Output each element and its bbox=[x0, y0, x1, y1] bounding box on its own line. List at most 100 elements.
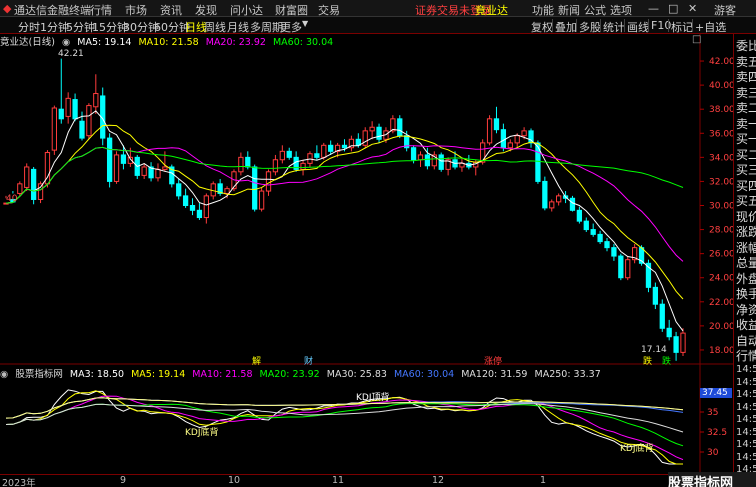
menu-shichang[interactable]: 市场 bbox=[125, 2, 147, 18]
price-tick-label: 36.00 bbox=[709, 129, 733, 139]
tool-add-favorite[interactable]: +自选 bbox=[695, 19, 726, 35]
candle-body-down bbox=[120, 154, 127, 164]
menu-gongshi[interactable]: 公式 bbox=[584, 2, 606, 18]
candle-body-down bbox=[618, 255, 624, 279]
indicator-settings-icon[interactable]: ◉ bbox=[0, 369, 8, 380]
main-info-bar: 竟业达(日线) ◉ MA5: 19.14 MA10: 21.58 MA20: 2… bbox=[0, 34, 700, 48]
price-tick-label: 24.00 bbox=[709, 274, 733, 284]
quote-panel-label: 卖一 bbox=[736, 116, 756, 131]
close-panel-icon[interactable]: □ bbox=[692, 34, 701, 45]
candle-body-up bbox=[265, 171, 272, 192]
price-tick-label: 42.00 bbox=[709, 57, 733, 67]
chevron-down-icon[interactable]: ▼ bbox=[302, 19, 308, 28]
tab-weekly[interactable]: 周线 bbox=[204, 19, 226, 35]
tool-duogu[interactable]: 多股 bbox=[579, 19, 601, 35]
candles bbox=[3, 58, 686, 361]
candle-body-down bbox=[652, 286, 659, 305]
date-label: 12 bbox=[432, 475, 445, 486]
tool-fuquan[interactable]: 复权 bbox=[531, 19, 553, 35]
tab-multi-period[interactable]: 多周期 bbox=[250, 19, 283, 35]
tool-biaoji[interactable]: 标记 bbox=[671, 19, 693, 35]
user-label[interactable]: 游客 bbox=[714, 2, 736, 18]
menu-jiaoyi[interactable]: 交易 bbox=[318, 2, 340, 18]
indicator-ma120-line bbox=[5, 397, 684, 419]
candle-body-down bbox=[106, 137, 113, 182]
candle-body-down bbox=[410, 147, 417, 161]
maximize-icon[interactable]: □ bbox=[668, 2, 678, 15]
candle-body-down bbox=[397, 118, 403, 137]
kline-chart[interactable]: 42.00 40.00 38.00 36.00 34.00 32.00 30.00 28.00… bbox=[0, 34, 733, 474]
indicator-tick-label: 35 bbox=[707, 408, 718, 418]
ind-ma3: MA3: 18.50 bbox=[69, 369, 125, 380]
quote-panel-label: 14:56 bbox=[736, 364, 756, 375]
tool-tongji[interactable]: 统计 bbox=[603, 19, 625, 35]
quote-panel-label: 买一 bbox=[736, 132, 756, 146]
quote-panel-label: 14:56 bbox=[736, 389, 756, 400]
candle-body-down bbox=[196, 209, 203, 219]
quote-panel-label: 行情 bbox=[736, 349, 756, 363]
quote-panel-label: 买五 bbox=[736, 194, 756, 208]
quote-panel-label: 总量 bbox=[736, 256, 756, 270]
candle-body-up bbox=[521, 130, 527, 137]
candle-body-up bbox=[279, 150, 285, 161]
quote-panel-label: 14:56 bbox=[736, 426, 756, 438]
menu-xinwen[interactable]: 新闻 bbox=[558, 2, 580, 18]
price-tick-label: 28.00 bbox=[709, 226, 733, 236]
price-tick-label: 38.00 bbox=[709, 105, 733, 115]
candle-body-up bbox=[51, 107, 57, 151]
menu-hangqing[interactable]: 行情 bbox=[90, 2, 112, 18]
minimize-icon[interactable]: — bbox=[648, 2, 659, 15]
candle-body-up bbox=[65, 97, 71, 117]
quote-panel-label: 14:56 bbox=[736, 451, 756, 463]
price-tick-label: 40.00 bbox=[709, 81, 733, 91]
candle-body-up bbox=[680, 332, 686, 353]
date-label: 11 bbox=[332, 475, 345, 486]
app-title: 通达信金融终端 bbox=[14, 4, 91, 17]
candle-body-down bbox=[72, 99, 78, 120]
candle-body-down bbox=[286, 150, 292, 158]
tool-huaxian[interactable]: 画线 bbox=[627, 19, 649, 35]
settings-icon[interactable]: ◉ bbox=[62, 37, 70, 48]
candle-body-down bbox=[611, 247, 617, 257]
quote-panel-label: 14:56 bbox=[736, 439, 756, 450]
menu-zixun[interactable]: 资讯 bbox=[160, 2, 182, 18]
menu-faxian[interactable]: 发现 bbox=[195, 2, 217, 18]
date-axis: 2023年 9 10 11 12 1 bbox=[0, 474, 756, 487]
candle-body-up bbox=[24, 166, 30, 188]
menu-xuanxiang[interactable]: 选项 bbox=[610, 2, 632, 18]
ind-ma120: MA120: 31.59 bbox=[461, 369, 528, 380]
price-tick-label: 22.00 bbox=[709, 298, 733, 308]
menu-wenxiaoda[interactable]: 问小达 bbox=[230, 2, 263, 18]
quote-panel-label: 涨跌 bbox=[736, 225, 756, 239]
tab-monthly[interactable]: 月线 bbox=[227, 19, 249, 35]
candle-body-down bbox=[79, 120, 85, 139]
candle-body-down bbox=[583, 220, 589, 231]
date-label: 10 bbox=[228, 475, 241, 486]
candle-body-down bbox=[376, 126, 382, 140]
quote-panel-label: 卖四 bbox=[736, 70, 756, 84]
indicator-lines bbox=[5, 389, 684, 465]
left-low-label: 40 bbox=[6, 194, 18, 204]
toolbar-divider bbox=[576, 19, 577, 32]
candle-body-up bbox=[224, 188, 230, 194]
tab-fenshi[interactable]: 分时 bbox=[18, 19, 40, 35]
tab-more[interactable]: 更多 bbox=[280, 19, 302, 35]
tool-diejia[interactable]: 叠加 bbox=[555, 19, 577, 35]
price-tick-label: 26.00 bbox=[709, 250, 733, 260]
candle-body-down bbox=[569, 197, 576, 211]
tab-5min[interactable]: 5分钟 bbox=[66, 19, 95, 35]
candle-body-down bbox=[58, 108, 64, 120]
menu-caifuquan[interactable]: 财富圈 bbox=[275, 2, 308, 18]
indicator-ma20-line bbox=[5, 403, 684, 447]
toolbar-divider bbox=[668, 19, 669, 32]
date-label: 2023年 bbox=[2, 478, 36, 487]
stock-title: 竟业达(日线) bbox=[0, 37, 55, 48]
ma60-label: MA60: 30.04 bbox=[272, 37, 334, 48]
price-tick-label: 32.00 bbox=[709, 177, 733, 187]
close-icon[interactable]: ✕ bbox=[688, 2, 697, 15]
watermark: 股票指标网 bbox=[668, 472, 756, 487]
quote-panel-label: 14:56 bbox=[736, 376, 756, 388]
menu-gongneng[interactable]: 功能 bbox=[532, 2, 554, 18]
tab-1min[interactable]: 1分钟 bbox=[40, 19, 69, 35]
price-tick-label: 30.00 bbox=[709, 202, 733, 212]
